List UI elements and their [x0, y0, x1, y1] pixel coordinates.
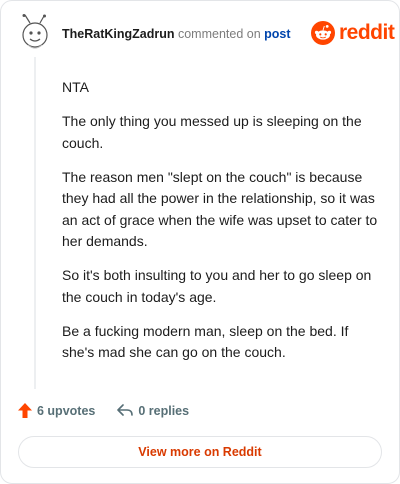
reply-arrow-icon — [117, 404, 134, 416]
comment-body: NTA The only thing you messed up is slee… — [62, 77, 380, 376]
comment-paragraph: NTA — [62, 79, 89, 95]
reddit-logo[interactable]: reddit — [311, 21, 395, 45]
view-more-on-reddit-button[interactable]: View more on Reddit — [18, 436, 382, 468]
reply-button[interactable]: 0 replies — [117, 404, 189, 418]
embedded-comment-card: TheRatKingZadrun commented on post reddi… — [0, 0, 400, 484]
avatar-icon[interactable] — [20, 14, 50, 52]
comment-paragraph: So it's both insulting to you and her to… — [62, 267, 372, 305]
post-link[interactable]: post — [264, 27, 290, 41]
upvote-count: 6 upvotes — [37, 403, 96, 418]
reddit-wordmark: reddit — [339, 21, 395, 44]
comment-paragraph: The only thing you messed up is sleeping… — [62, 113, 362, 151]
upvote-button[interactable]: 6 upvotes — [18, 403, 95, 418]
comment-paragraph: The reason men "slept on the couch" is b… — [62, 168, 378, 250]
comment-header: TheRatKingZadrun commented on post — [62, 27, 291, 41]
comment-actions: 6 upvotes 0 replies — [18, 403, 189, 418]
username-link[interactable]: TheRatKingZadrun — [62, 27, 175, 41]
reply-count: 0 replies — [138, 403, 190, 418]
reddit-snoo-icon — [311, 21, 335, 45]
upvote-arrow-icon — [18, 403, 32, 418]
thread-line — [34, 57, 36, 389]
comment-action-text: commented on — [177, 27, 261, 41]
comment-paragraph: Be a fucking modern man, sleep on the be… — [62, 322, 349, 361]
